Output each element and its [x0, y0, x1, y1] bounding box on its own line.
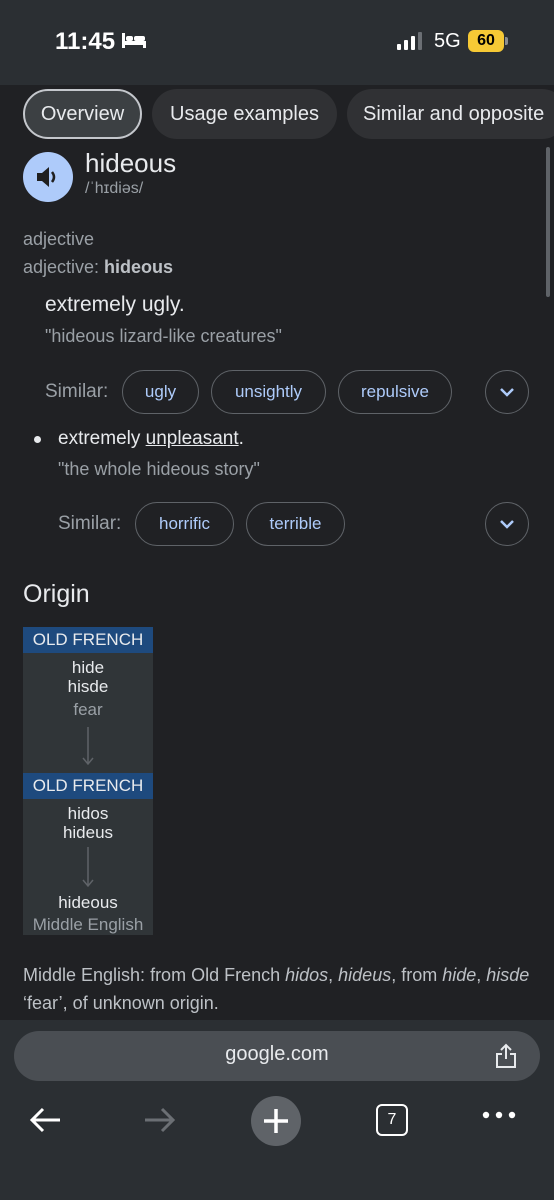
- similar-label-1: Similar:: [45, 381, 109, 402]
- etymology-diagram: OLD FRENCH hide hisde fear OLD FRENCH hi…: [23, 627, 153, 935]
- similar-chip-unsightly[interactable]: unsightly: [211, 370, 326, 414]
- etymology-word: hideus: [62, 823, 114, 842]
- status-time: 11:45: [55, 28, 116, 55]
- similar-chip-repulsive[interactable]: repulsive: [338, 370, 452, 414]
- origin-text: Middle English: from Old French: [23, 965, 286, 985]
- expand-similar-2-button[interactable]: [485, 502, 529, 546]
- pos-prefix: adjective:: [23, 257, 105, 277]
- cellular-signal-icon: [397, 32, 422, 50]
- etymology-gloss: fear: [73, 700, 103, 719]
- similar-chip-terrible[interactable]: terrible: [246, 502, 345, 546]
- arrow-down-icon: [82, 727, 94, 766]
- more-options-icon[interactable]: [482, 1110, 516, 1120]
- scrollbar[interactable]: [546, 147, 550, 297]
- tab-similar-and-opposite[interactable]: Similar and opposite: [347, 89, 554, 139]
- chevron-down-icon: [500, 520, 514, 529]
- similar-chip-ugly[interactable]: ugly: [122, 370, 199, 414]
- etymology-word: hidos: [67, 804, 109, 823]
- origin-term: hisde: [486, 965, 530, 985]
- chevron-down-icon: [500, 388, 514, 397]
- network-type: 5G: [434, 30, 461, 52]
- tab-switcher-button[interactable]: 7: [376, 1104, 408, 1136]
- example-2: "the whole hideous story": [58, 459, 260, 479]
- pos-word: hideous: [104, 257, 174, 277]
- origin-term: hideus: [338, 965, 392, 985]
- arrow-down-icon: [82, 847, 94, 888]
- origin-text: ,: [328, 965, 339, 985]
- origin-title: Origin: [23, 580, 90, 608]
- part-of-speech-detail: adjective: hideous: [23, 257, 173, 278]
- similar-chip-horrific[interactable]: horrific: [135, 502, 234, 546]
- url-text[interactable]: google.com: [0, 1043, 554, 1066]
- pronunciation-button[interactable]: [23, 152, 73, 202]
- origin-description: Middle English: from Old French hidos, h…: [23, 961, 533, 1017]
- definition-1: extremely ugly.: [45, 293, 185, 316]
- phonetic: /ˈhɪdiəs/: [85, 180, 144, 197]
- etymology-language-2: OLD FRENCH: [23, 773, 153, 799]
- origin-term: hide: [442, 965, 477, 985]
- definition-2-text: extremely: [58, 428, 146, 449]
- bullet: [34, 436, 41, 443]
- back-arrow-icon[interactable]: [28, 1106, 62, 1134]
- example-1: "hideous lizard-like creatures": [45, 326, 282, 346]
- definition-2-suffix: .: [238, 428, 244, 449]
- etymology-word: hide: [71, 658, 105, 677]
- battery-indicator: 60: [468, 30, 504, 52]
- tab-overview[interactable]: Overview: [23, 89, 142, 139]
- etymology-language-3: Middle English: [32, 915, 144, 934]
- battery-cap: [505, 37, 508, 45]
- definition-2-link[interactable]: unpleasant: [146, 428, 239, 449]
- sleep-focus-icon: [122, 33, 146, 48]
- speaker-icon: [37, 167, 56, 187]
- etymology-modern-word: hideous: [58, 893, 118, 912]
- definition-2: extremely unpleasant.: [58, 428, 244, 450]
- origin-text: ,: [476, 965, 487, 985]
- share-icon[interactable]: [494, 1043, 518, 1069]
- part-of-speech: adjective: [23, 229, 95, 249]
- origin-term: hidos: [285, 965, 329, 985]
- etymology-word: hisde: [67, 677, 109, 696]
- new-tab-button[interactable]: [251, 1096, 301, 1146]
- origin-text: , from: [391, 965, 443, 985]
- forward-arrow-icon[interactable]: [143, 1106, 177, 1134]
- similar-label-2: Similar:: [58, 513, 122, 534]
- tab-usage-examples[interactable]: Usage examples: [152, 89, 337, 139]
- plus-icon: [264, 1109, 288, 1133]
- headword: hideous: [85, 148, 177, 178]
- etymology-language-1: OLD FRENCH: [23, 627, 153, 653]
- origin-text: ‘fear’, of unknown origin.: [23, 993, 219, 1013]
- expand-similar-1-button[interactable]: [485, 370, 529, 414]
